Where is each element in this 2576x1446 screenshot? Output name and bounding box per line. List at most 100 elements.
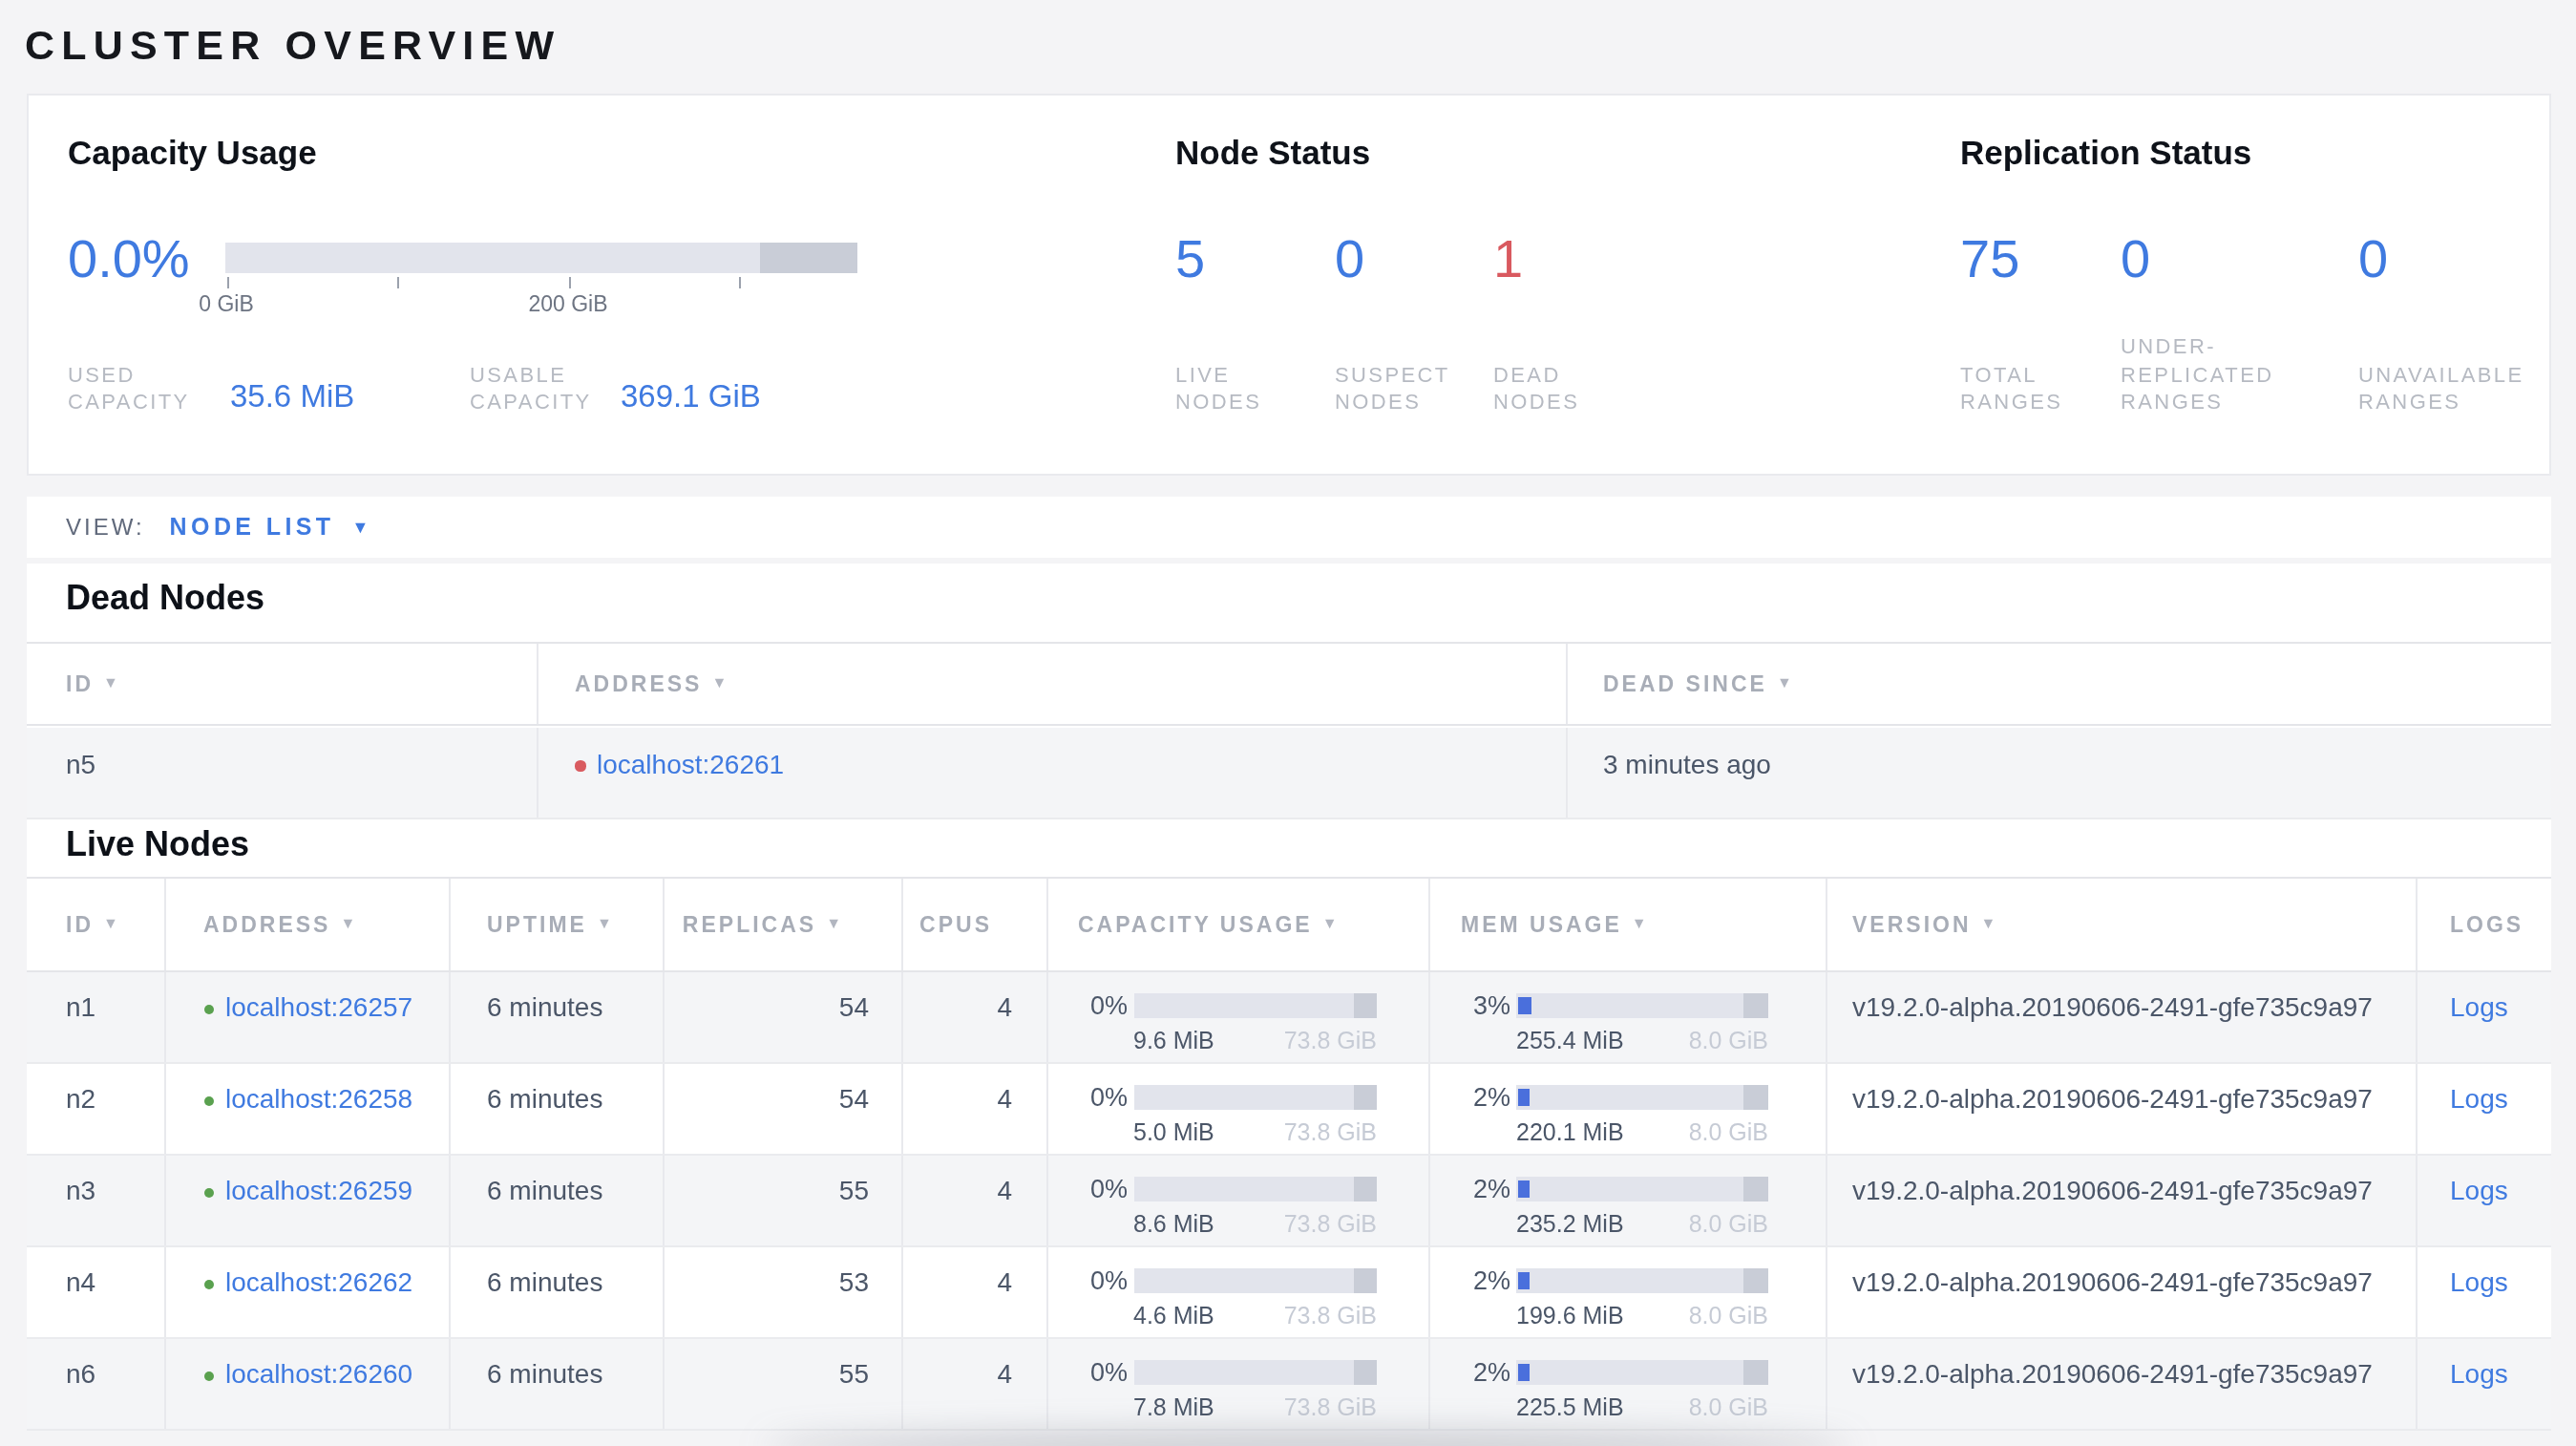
dead-since: 3 minutes ago [1566, 728, 2550, 818]
capacity-bar [225, 242, 857, 272]
capacity-usage-cell: 0% 4.6 MiB 73.8 GiB [1045, 1246, 1428, 1336]
node-cpus: 4 [901, 1155, 1045, 1244]
suspect-nodes-count: 0 [1335, 228, 1364, 289]
capacity-total: 73.8 GiB [1284, 1302, 1377, 1330]
view-label: VIEW: [66, 514, 145, 541]
live-status-icon [203, 1371, 214, 1381]
column-header-dead-since[interactable]: DEAD SINCE▼ [1566, 643, 2550, 724]
view-selector[interactable]: NODE LIST [170, 514, 335, 541]
node-version: v19.2.0-alpha.20190606-2491-gfe735c9a97 [1826, 1063, 2416, 1153]
column-header-id[interactable]: ID▼ [26, 643, 537, 724]
mem-used: 225.5 MiB [1516, 1393, 1624, 1422]
node-cpus: 4 [901, 1063, 1045, 1153]
axis-label-200: 200 GiB [492, 291, 644, 314]
node-address-cell: localhost:26262 [163, 1246, 449, 1336]
view-bar: VIEW: NODE LIST ▼ [26, 497, 2550, 557]
node-uptime: 6 minutes [449, 971, 663, 1061]
mem-percent: 2% [1461, 1175, 1510, 1203]
dead-nodes-heading: Dead Nodes [66, 578, 264, 618]
replication-status-title: Replication Status [1960, 133, 2552, 173]
capacity-usage-cell: 0% 7.8 MiB 73.8 GiB [1045, 1338, 1428, 1428]
capacity-used: 7.8 MiB [1133, 1393, 1214, 1422]
capacity-percent: 0% [1078, 1266, 1128, 1295]
used-capacity-label: USED CAPACITY [68, 360, 190, 415]
capacity-usage-title: Capacity Usage [68, 133, 1137, 173]
column-header-mem-usage[interactable]: MEM USAGE▼ [1428, 878, 1826, 969]
below-fold-shadow [764, 1436, 1852, 1446]
dead-nodes-count: 1 [1493, 228, 1523, 289]
usable-capacity-value: 369.1 GiB [621, 377, 761, 414]
logs-link[interactable]: Logs [2450, 991, 2508, 1022]
under-replicated-label: UNDER- REPLICATED RANGES [2121, 332, 2274, 415]
capacity-percent: 0% [1078, 1175, 1128, 1203]
page-title: CLUSTER OVERVIEW [25, 23, 560, 71]
node-address-link[interactable]: localhost:26262 [225, 1266, 412, 1297]
column-header-capacity-usage[interactable]: CAPACITY USAGE▼ [1045, 878, 1428, 969]
usable-capacity-label: USABLE CAPACITY [470, 360, 592, 415]
axis-tick [397, 276, 399, 287]
live-nodes-header: ID▼ ADDRESS▼ UPTIME▼ REPLICAS▼ CPUS CAPA… [26, 876, 2550, 971]
node-uptime: 6 minutes [449, 1246, 663, 1336]
column-header-address[interactable]: ADDRESS▼ [163, 878, 449, 969]
axis-tick [568, 276, 570, 287]
axis-tick [226, 276, 228, 287]
mem-usage-cell: 2% 220.1 MiB 8.0 GiB [1428, 1063, 1826, 1153]
mem-usage-bar [1516, 1269, 1768, 1293]
logs-cell: Logs [2416, 1338, 2550, 1428]
total-ranges-label: TOTAL RANGES [1960, 360, 2062, 415]
sort-arrow-icon: ▼ [103, 915, 121, 932]
dead-nodes-label: DEAD NODES [1493, 360, 1579, 415]
dead-status-icon [575, 760, 585, 771]
node-id: n3 [26, 1155, 163, 1244]
node-replicas: 53 [663, 1246, 901, 1336]
node-address-link[interactable]: localhost:26257 [225, 991, 412, 1022]
logs-link[interactable]: Logs [2450, 1358, 2508, 1389]
node-address-link[interactable]: localhost:26260 [225, 1358, 412, 1389]
node-address-cell: localhost:26260 [163, 1338, 449, 1428]
node-address-link[interactable]: localhost:26259 [225, 1175, 412, 1205]
node-cpus: 4 [901, 971, 1045, 1061]
capacity-used: 8.6 MiB [1133, 1210, 1214, 1239]
live-status-icon [203, 1187, 214, 1198]
column-header-id[interactable]: ID▼ [26, 878, 163, 969]
node-status-title: Node Status [1175, 133, 1930, 173]
mem-percent: 2% [1461, 1266, 1510, 1295]
column-header-replicas[interactable]: REPLICAS▼ [663, 878, 901, 969]
logs-link[interactable]: Logs [2450, 1083, 2508, 1114]
column-header-address[interactable]: ADDRESS▼ [537, 643, 1566, 724]
node-version: v19.2.0-alpha.20190606-2491-gfe735c9a97 [1826, 971, 2416, 1061]
table-row: n3 localhost:26259 6 minutes 55 4 0% 8.6… [26, 1155, 2550, 1246]
mem-total: 8.0 GiB [1689, 1118, 1768, 1147]
logs-cell: Logs [2416, 971, 2550, 1061]
under-replicated-count: 0 [2121, 228, 2150, 289]
node-address-link[interactable]: localhost:26261 [597, 748, 784, 778]
node-replicas: 54 [663, 1063, 901, 1153]
column-header-version[interactable]: VERSION▼ [1826, 878, 2416, 969]
node-id: n5 [26, 728, 537, 818]
column-header-uptime[interactable]: UPTIME▼ [449, 878, 663, 969]
node-replicas: 54 [663, 971, 901, 1061]
node-version: v19.2.0-alpha.20190606-2491-gfe735c9a97 [1826, 1246, 2416, 1336]
capacity-used: 5.0 MiB [1133, 1118, 1214, 1147]
node-address-cell: localhost:26261 [537, 728, 1566, 818]
mem-used: 235.2 MiB [1516, 1210, 1624, 1239]
mem-usage-cell: 2% 199.6 MiB 8.0 GiB [1428, 1246, 1826, 1336]
logs-link[interactable]: Logs [2450, 1266, 2508, 1297]
node-address-link[interactable]: localhost:26258 [225, 1083, 412, 1114]
column-header-logs[interactable]: LOGS [2416, 878, 2550, 969]
node-uptime: 6 minutes [449, 1155, 663, 1244]
capacity-usage-bar [1133, 1361, 1377, 1385]
node-status-panel: Node Status 5 0 1 LIVE NODES SUSPECT NOD… [1175, 133, 1930, 415]
capacity-usage-bar [1133, 994, 1377, 1018]
sort-arrow-icon: ▼ [1981, 915, 1999, 932]
axis-label-0: 0 GiB [150, 291, 303, 314]
sort-arrow-icon: ▼ [1632, 915, 1650, 932]
total-ranges-count: 75 [1960, 228, 2019, 289]
chevron-down-icon[interactable]: ▼ [352, 518, 370, 537]
live-nodes-rows: n1 localhost:26257 6 minutes 54 4 0% 9.6… [26, 971, 2550, 1430]
column-header-cpus[interactable]: CPUS [901, 878, 1045, 969]
mem-used: 199.6 MiB [1516, 1302, 1624, 1330]
logs-link[interactable]: Logs [2450, 1175, 2508, 1205]
suspect-nodes-label: SUSPECT NODES [1335, 360, 1450, 415]
replication-status-panel: Replication Status 75 0 0 TOTAL RANGES U… [1960, 133, 2552, 415]
